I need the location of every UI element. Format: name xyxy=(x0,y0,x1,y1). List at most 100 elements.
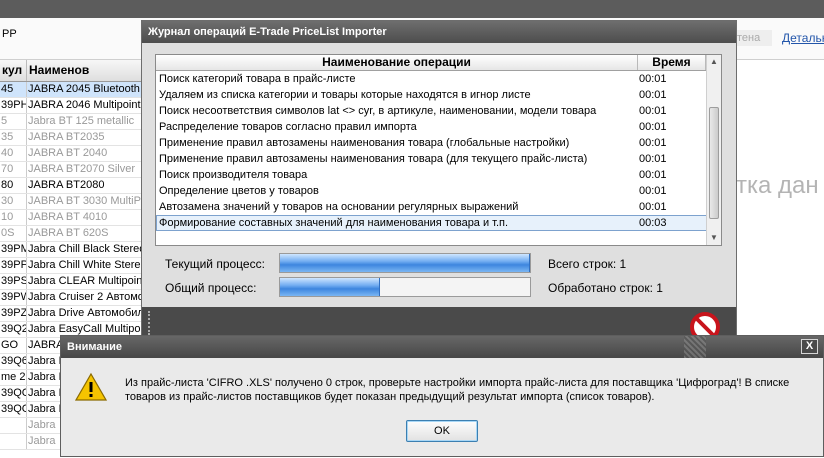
grid-header: кул Наименов xyxy=(0,60,145,82)
window-title[interactable]: Журнал операций E-Trade PriceList Import… xyxy=(142,21,736,43)
operation-row[interactable]: Распределение товаров согласно правил им… xyxy=(156,119,721,135)
column-header-code[interactable]: кул xyxy=(0,60,27,81)
operation-name: Автозамена значений у товаров на основан… xyxy=(159,201,519,213)
scroll-up-icon[interactable]: ▲ xyxy=(707,55,721,69)
table-row[interactable]: 39PZDJabra Drive Автомобил xyxy=(0,306,145,322)
table-row[interactable]: 70 JABRA BT2070 Silver xyxy=(0,162,145,178)
cell-code: me 2 xyxy=(1,370,27,385)
operation-row[interactable]: Формирование составных значений для наим… xyxy=(156,215,721,231)
current-process-label: Текущий процесс: xyxy=(165,257,265,271)
cell-name: JABRA BT 4010 xyxy=(27,210,145,225)
operation-row[interactable]: Поиск категорий товара в прайс-листе 00:0… xyxy=(156,71,721,87)
cell-name: JABRA BT 3030 MultiPoin xyxy=(28,194,145,209)
table-row[interactable]: 10 JABRA BT 4010 xyxy=(0,210,145,226)
table-row[interactable]: 30 JABRA BT 3030 MultiPoin xyxy=(0,194,145,210)
cell-code: 35 xyxy=(0,130,27,145)
operation-name: Распределение товаров согласно правил им… xyxy=(159,121,417,133)
operation-name: Поиск производителя товара xyxy=(159,169,308,181)
details-link[interactable]: Детальн xyxy=(782,31,824,45)
warning-icon xyxy=(75,372,107,401)
table-row[interactable]: 45 JABRA 2045 Bluetooth n xyxy=(0,82,145,98)
title-bar-pattern xyxy=(684,336,706,358)
cell-code: 30 xyxy=(0,194,27,209)
cell-code: 39Q63 xyxy=(0,354,27,369)
cell-name: Jabra Chill White Stereo xyxy=(28,258,145,273)
header-label: PP xyxy=(2,28,17,40)
operation-time: 00:01 xyxy=(639,153,667,165)
background-top-bar xyxy=(0,0,824,18)
operation-time: 00:01 xyxy=(639,169,667,181)
operation-name: Применение правил автозамены наименовани… xyxy=(159,137,570,149)
column-header-operation[interactable]: Наименование операции xyxy=(156,55,638,70)
cell-name: Jabra Drive Автомобил xyxy=(28,306,145,321)
table-row[interactable]: 0S JABRA BT 620S xyxy=(0,226,145,242)
cell-name: JABRA BT2080 xyxy=(27,178,145,193)
operation-name: Формирование составных значений для наим… xyxy=(159,217,509,229)
operation-time: 00:01 xyxy=(639,73,667,85)
operation-time: 00:01 xyxy=(639,137,667,149)
operations-body: Поиск категорий товара в прайс-листе 00:0… xyxy=(156,71,721,231)
operations-list[interactable]: Наименование операции Время Поиск катего… xyxy=(155,54,722,246)
table-row[interactable]: 39PSPJabra CLEAR Multipoint xyxy=(0,274,145,290)
operation-time: 00:01 xyxy=(639,121,667,133)
cell-code xyxy=(0,418,27,433)
dialog-title-bar[interactable]: Внимание X xyxy=(61,336,823,358)
operation-row[interactable]: Применение правил автозамены наименовани… xyxy=(156,151,721,167)
table-row[interactable]: 39PM3Jabra Chill Black Stereo xyxy=(0,242,145,258)
cell-code: 45 xyxy=(0,82,27,97)
column-header-time[interactable]: Время xyxy=(638,55,706,70)
operation-name: Удаляем из списка категории и товары кот… xyxy=(159,89,531,101)
operation-row[interactable]: Поиск производителя товара 00:01 xyxy=(156,167,721,183)
operation-name: Применение правил автозамены наименовани… xyxy=(159,153,588,165)
cell-code: GO xyxy=(0,338,27,353)
table-row[interactable]: 39PPDJabra Chill White Stereo xyxy=(0,258,145,274)
operation-row[interactable]: Автозамена значений у товаров на основан… xyxy=(156,199,721,215)
dialog-message: Из прайс-листа 'CIFRO .XLS' получено 0 с… xyxy=(125,377,790,403)
background-text: тка дан xyxy=(736,172,819,199)
cell-name: Jabra CLEAR Multipoint xyxy=(28,274,145,289)
cell-code: 39PH7 xyxy=(0,98,27,113)
dialog-title: Внимание xyxy=(67,341,122,353)
cell-name: JABRA 2045 Bluetooth n xyxy=(28,82,145,97)
table-row[interactable]: 39PH7JABRA 2046 Multipoint xyxy=(0,98,145,114)
cell-name: JABRA BT 620S xyxy=(27,226,145,241)
cell-code: 39Q2N xyxy=(0,322,27,337)
overall-process-bar xyxy=(279,277,531,297)
operation-row[interactable]: Применение правил автозамены наименовани… xyxy=(156,135,721,151)
cell-name: JABRA BT2035 xyxy=(27,130,145,145)
cell-name: Jabra Cruiser 2 Автомо xyxy=(28,290,145,305)
vertical-scrollbar[interactable]: ▲ ▼ xyxy=(706,55,721,245)
warning-dialog: Внимание X Из прайс-листа 'CIFRO .XLS' п… xyxy=(60,335,824,457)
scroll-down-icon[interactable]: ▼ xyxy=(707,231,721,245)
cell-name: Jabra Chill Black Stereo xyxy=(28,242,145,257)
table-row[interactable]: 80 JABRA BT2080 xyxy=(0,178,145,194)
operation-row[interactable]: Удаляем из списка категории и товары кот… xyxy=(156,87,721,103)
cell-code: 80 xyxy=(0,178,27,193)
cell-code: 39PSP xyxy=(0,274,27,289)
overall-process-fill xyxy=(280,278,380,296)
cell-code: 39PM3 xyxy=(0,242,27,257)
cell-name: Jabra BT 125 metallic xyxy=(27,114,145,129)
table-row[interactable]: 40 JABRA BT 2040 xyxy=(0,146,145,162)
table-row[interactable]: 5 Jabra BT 125 metallic xyxy=(0,114,145,130)
table-row[interactable]: 35 JABRA BT2035 xyxy=(0,130,145,146)
operation-row[interactable]: Определение цветов у товаров 00:01 xyxy=(156,183,721,199)
cell-code: 0S xyxy=(0,226,27,241)
column-header-name[interactable]: Наименов xyxy=(27,60,145,81)
overall-process-label: Общий процесс: xyxy=(165,281,257,295)
table-row[interactable]: 39PWJabra Cruiser 2 Автомо xyxy=(0,290,145,306)
operation-time: 00:01 xyxy=(639,89,667,101)
ok-button[interactable]: OK xyxy=(406,420,478,442)
search-input[interactable]: тена xyxy=(735,30,772,46)
operation-time: 00:01 xyxy=(639,185,667,197)
scroll-thumb[interactable] xyxy=(709,107,719,219)
cell-code: 39QC xyxy=(1,386,27,401)
resize-grip[interactable] xyxy=(148,311,152,335)
operation-name: Поиск несоответствия символов lat <> cyr… xyxy=(159,105,597,117)
processed-rows-text: Обработано строк: 1 xyxy=(548,281,663,295)
operation-time: 00:01 xyxy=(639,105,667,117)
cell-code: 39PW xyxy=(0,290,27,305)
current-process-bar xyxy=(279,253,531,273)
close-button[interactable]: X xyxy=(801,339,818,354)
operation-row[interactable]: Поиск несоответствия символов lat <> cyr… xyxy=(156,103,721,119)
